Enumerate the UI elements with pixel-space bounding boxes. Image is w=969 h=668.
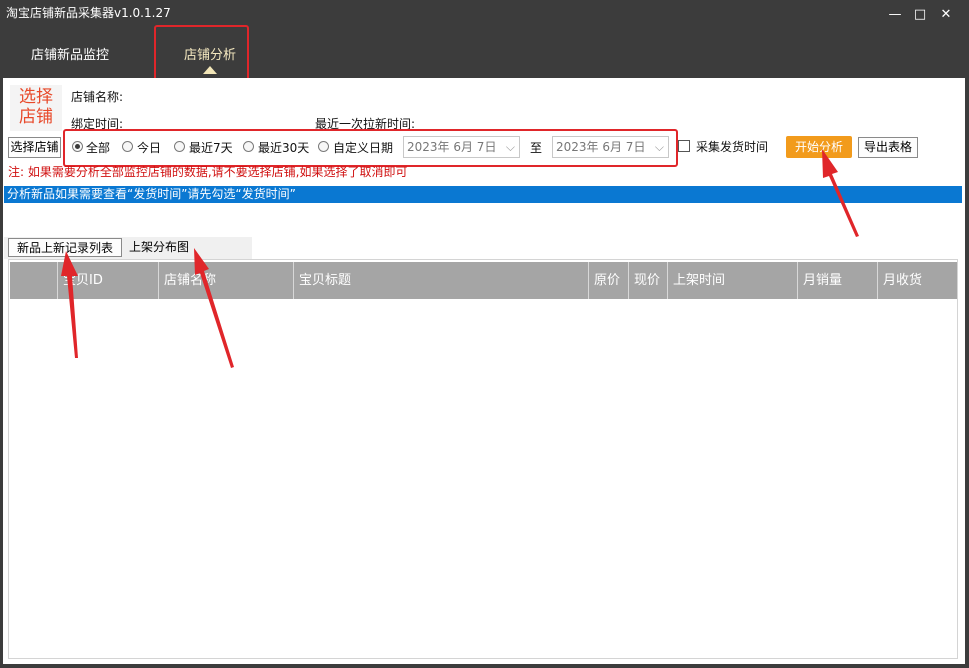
- radio-last-7-days[interactable]: [174, 141, 185, 152]
- radio-last-30-days[interactable]: [243, 141, 254, 152]
- date-to-picker[interactable]: 2023年 6月 7日 ⌵: [552, 136, 669, 158]
- radio-custom-date-label: 自定义日期: [333, 141, 394, 155]
- info-bar: 分析新品如果需要查看“发货时间”请先勾选“发货时间”: [4, 186, 962, 203]
- minimize-icon[interactable]: —: [884, 6, 906, 24]
- radio-custom-date[interactable]: [318, 141, 329, 152]
- collect-ship-time-checkbox[interactable]: [678, 140, 690, 152]
- column-header-item-title[interactable]: 宝贝标题: [293, 262, 588, 299]
- active-tab-caret-icon: [203, 66, 217, 74]
- shop-name-label: 店铺名称:: [71, 90, 124, 104]
- info-bar-text: 分析新品如果需要查看“发货时间”请先勾选“发货时间”: [7, 187, 296, 201]
- date-from-value: 2023年 6月 7日: [407, 140, 497, 154]
- radio-today-label: 今日: [137, 141, 162, 155]
- column-header-original-price[interactable]: 原价: [588, 262, 628, 299]
- column-header-listing-time[interactable]: 上架时间: [667, 262, 797, 299]
- tab-new-item-records[interactable]: 新品上新记录列表: [8, 238, 122, 257]
- column-header-shop-name[interactable]: 店铺名称: [158, 262, 293, 299]
- date-to-value: 2023年 6月 7日: [556, 140, 646, 154]
- radio-last-7-days-label: 最近7天: [189, 141, 233, 155]
- collect-ship-time-label: 采集发货时间: [696, 140, 769, 154]
- select-shop-button[interactable]: 选择店铺: [8, 137, 61, 158]
- chevron-down-icon: ⌵: [505, 140, 515, 154]
- tab-listing-distribution[interactable]: 上架分布图: [129, 238, 189, 257]
- radio-all[interactable]: [72, 141, 83, 152]
- radio-last-30-days-label: 最近30天: [258, 141, 310, 155]
- app-title: 淘宝店铺新品采集器v1.0.1.27: [6, 6, 171, 20]
- date-from-picker[interactable]: 2023年 6月 7日 ⌵: [403, 136, 520, 158]
- column-header-monthly-receipts[interactable]: 月收货: [877, 262, 957, 299]
- radio-today[interactable]: [122, 141, 133, 152]
- tab-shop-monitor[interactable]: 店铺新品监控: [31, 44, 109, 63]
- logo-text-line2: 店铺: [19, 107, 53, 127]
- column-header-monthly-sales[interactable]: 月销量: [797, 262, 877, 299]
- to-label: 至: [530, 141, 543, 155]
- records-table[interactable]: [8, 259, 958, 659]
- column-header-current-price[interactable]: 现价: [628, 262, 667, 299]
- maximize-icon[interactable]: □: [909, 6, 931, 24]
- radio-all-label: 全部: [86, 141, 111, 155]
- export-table-button[interactable]: 导出表格: [858, 137, 918, 158]
- chevron-down-icon: ⌵: [654, 140, 664, 154]
- logo-text-line1: 选择: [19, 87, 53, 107]
- start-analysis-button[interactable]: 开始分析: [786, 136, 852, 158]
- close-icon[interactable]: ✕: [935, 6, 957, 24]
- note-text: 注: 如果需要分析全部监控店铺的数据,请不要选择店铺,如果选择了取消即可: [8, 165, 408, 179]
- column-header-item-id[interactable]: 宝贝ID: [57, 262, 158, 299]
- tab-shop-analysis[interactable]: 店铺分析: [184, 44, 236, 63]
- select-shop-logo[interactable]: 选择 店铺: [10, 85, 62, 131]
